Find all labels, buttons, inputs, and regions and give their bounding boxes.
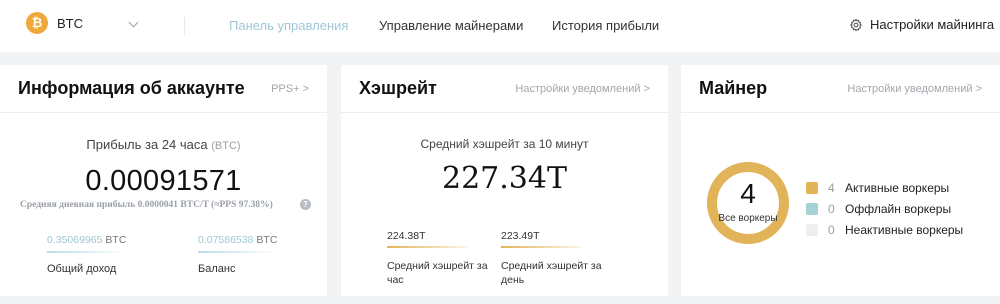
top-bar: ₿ BTC Панель управления Управление майне… [0,0,1000,52]
workers-total-label: Все воркеры [718,213,778,224]
miner-card: Майнер Настройки уведомлений > 4 Все вор… [681,65,1000,296]
balance-label: Баланс [198,263,236,275]
nav-dashboard[interactable]: Панель управления [229,18,348,33]
total-income-stat: 0.35069965 BTC Общий доход [47,234,167,275]
total-income-amount: 0.35069965 [47,234,103,246]
nav-miner-management[interactable]: Управление майнерами [379,18,523,33]
account-title: Информация об аккаунте [18,78,245,98]
total-income-value: 0.35069965 BTC [47,234,167,246]
hashrate-day-bar [501,246,581,248]
profit-unit: (BTC) [211,140,241,152]
chevron-down-icon[interactable] [128,17,139,28]
legend-offline[interactable]: 0 Оффлайн воркеры [806,198,963,219]
legend-inactive[interactable]: 0 Неактивные воркеры [806,219,963,240]
legend-active[interactable]: 4 Активные воркеры [806,177,963,198]
balance-stat: 0.07586538 BTC Баланс [198,234,318,275]
balance-unit: BTC [256,234,278,246]
hashrate-day-value: 223.49T [501,230,540,242]
balance-amount: 0.07586538 [198,234,254,246]
balance-value: 0.07586538 BTC [198,234,318,246]
offline-label: Оффлайн воркеры [845,201,952,216]
hashrate-hour-label: Средний хэшрейт за час [387,260,488,286]
profit-24h-label: Прибыль за 24 часа [86,137,208,152]
account-card: Информация об аккаунте PPS+ > Прибыль за… [0,65,327,296]
hashrate-10min-caption: Средний хэшрейт за 10 минут [420,137,589,151]
offline-count: 0 [828,201,835,216]
active-label: Активные воркеры [845,180,950,195]
total-income-bar [47,251,125,253]
profit-24h-value: 0.00091571 [85,165,242,197]
hashrate-hour-stat: 224.38T Средний хэшрейт за час [387,230,497,287]
hashrate-card-header: Хэшрейт Настройки уведомлений > [341,65,668,113]
hashrate-title: Хэшрейт [359,78,437,98]
active-count: 4 [828,180,835,195]
divider [184,17,185,35]
offline-swatch [806,202,818,215]
coin-selector[interactable]: ₿ BTC [26,12,83,34]
workers-total: 4 [740,178,756,209]
mining-settings-button[interactable]: Настройки майнинга [849,17,994,32]
workers-legend: 4 Активные воркеры 0 Оффлайн воркеры 0 Н… [806,177,963,240]
profit-24h-caption: Прибыль за 24 часа (BTC) [0,137,327,152]
hashrate-card: Хэшрейт Настройки уведомлений > Средний … [341,65,668,296]
inactive-label: Неактивные воркеры [845,222,964,237]
mining-settings-label: Настройки майнинга [870,17,995,32]
total-income-label: Общий доход [47,263,117,275]
bitcoin-logo-icon: ₿ [26,12,48,34]
hashrate-day-label: Средний хэшрейт за день [501,260,602,286]
inactive-count: 0 [828,222,835,237]
hashrate-10min-value: 227.34T [442,161,567,196]
balance-bar [198,251,276,253]
miner-notification-settings-link[interactable]: Настройки уведомлений > [847,83,982,95]
hashrate-hour-value: 224.38T [387,230,426,242]
total-income-unit: BTC [105,234,127,246]
pps-plus-link[interactable]: PPS+ > [271,83,309,95]
inactive-swatch [806,223,818,236]
gear-icon [849,18,862,31]
active-swatch [806,181,818,194]
account-card-header: Информация об аккаунте PPS+ > [0,65,327,113]
daily-profit-note: Средняя дневная прибыль 0.0000041 BTC/T … [20,200,273,210]
help-icon[interactable]: ? [300,199,311,210]
miner-card-header: Майнер Настройки уведомлений > [681,65,1000,113]
nav-earnings-history[interactable]: История прибыли [552,18,659,33]
coin-symbol: BTC [57,15,83,31]
hashrate-hour-bar [387,246,467,248]
miner-title: Майнер [699,78,768,98]
hashrate-day-stat: 223.49T Средний хэшрейт за день [501,230,611,287]
hashrate-notification-settings-link[interactable]: Настройки уведомлений > [515,83,650,95]
